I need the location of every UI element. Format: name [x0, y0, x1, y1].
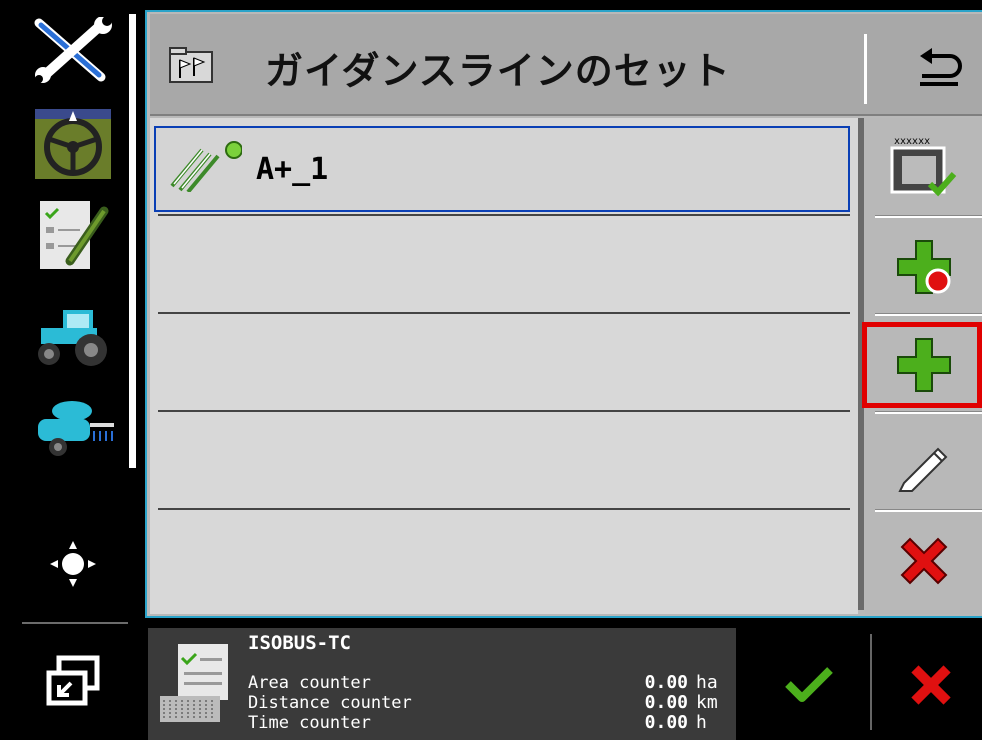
- add-record-button[interactable]: [865, 218, 982, 316]
- task-controller-icon: [158, 638, 234, 732]
- steering-wheel-icon[interactable]: [30, 108, 116, 180]
- header-separator: [864, 34, 867, 104]
- list-item-label: A+_1: [256, 152, 329, 187]
- tractor-icon[interactable]: [30, 300, 116, 372]
- time-counter-unit: h: [696, 712, 707, 733]
- guidance-line-list: A+_1: [150, 118, 858, 614]
- checklist-icon[interactable]: [30, 200, 116, 272]
- area-counter-label: Area counter: [248, 673, 371, 693]
- delete-button[interactable]: [865, 512, 982, 610]
- brightness-icon[interactable]: [30, 528, 116, 600]
- delete-icon: [900, 537, 947, 585]
- row-divider: [158, 214, 850, 216]
- list-item[interactable]: [154, 414, 850, 508]
- sidebar: [0, 0, 145, 740]
- sprayer-icon[interactable]: [30, 392, 116, 464]
- distance-counter-label: Distance counter: [248, 693, 412, 713]
- counter-title: ISOBUS-TC: [248, 632, 351, 654]
- switch-window-icon[interactable]: [30, 645, 116, 717]
- list-item[interactable]: [154, 512, 850, 606]
- edit-button[interactable]: [865, 414, 982, 512]
- sidebar-divider: [22, 622, 128, 624]
- time-counter-label: Time counter: [248, 713, 371, 733]
- page-title: ガイダンスラインのセット: [265, 49, 731, 93]
- back-icon[interactable]: [916, 48, 964, 92]
- highlight-box: [862, 322, 982, 408]
- row-divider: [158, 508, 850, 510]
- distance-counter-unit: km: [696, 692, 718, 713]
- time-counter-value: 0.00: [644, 712, 688, 733]
- edit-icon: [897, 447, 947, 492]
- area-counter-value: 0.00: [644, 672, 688, 693]
- guidance-flag-icon: [168, 46, 214, 90]
- isobus-tc-panel[interactable]: ISOBUS-TC Area counter 0.00 ha Distance …: [148, 628, 736, 740]
- cancel-button[interactable]: [906, 660, 956, 714]
- sidebar-scrollbar[interactable]: [129, 14, 136, 468]
- select-confirm-icon: xxxxxx: [890, 136, 956, 197]
- area-counter-unit: ha: [696, 672, 718, 693]
- close-icon: [911, 665, 951, 705]
- row-divider: [158, 410, 850, 412]
- list-item[interactable]: A+_1: [154, 126, 850, 212]
- header-bar: ガイダンスラインのセット: [150, 14, 982, 116]
- confirm-button[interactable]: [784, 664, 834, 708]
- bottom-separator: [870, 634, 872, 730]
- row-divider: [158, 312, 850, 314]
- list-item[interactable]: [154, 218, 850, 312]
- distance-counter-value: 0.00: [644, 692, 688, 713]
- add-record-icon: [896, 240, 951, 294]
- guidance-line-icon: [162, 136, 243, 196]
- list-item[interactable]: [154, 316, 850, 410]
- tools-icon[interactable]: [30, 14, 116, 86]
- svg-text:xxxxxx: xxxxxx: [894, 136, 930, 147]
- checkmark-icon: [785, 667, 833, 702]
- select-confirm-button[interactable]: xxxxxx: [865, 118, 982, 216]
